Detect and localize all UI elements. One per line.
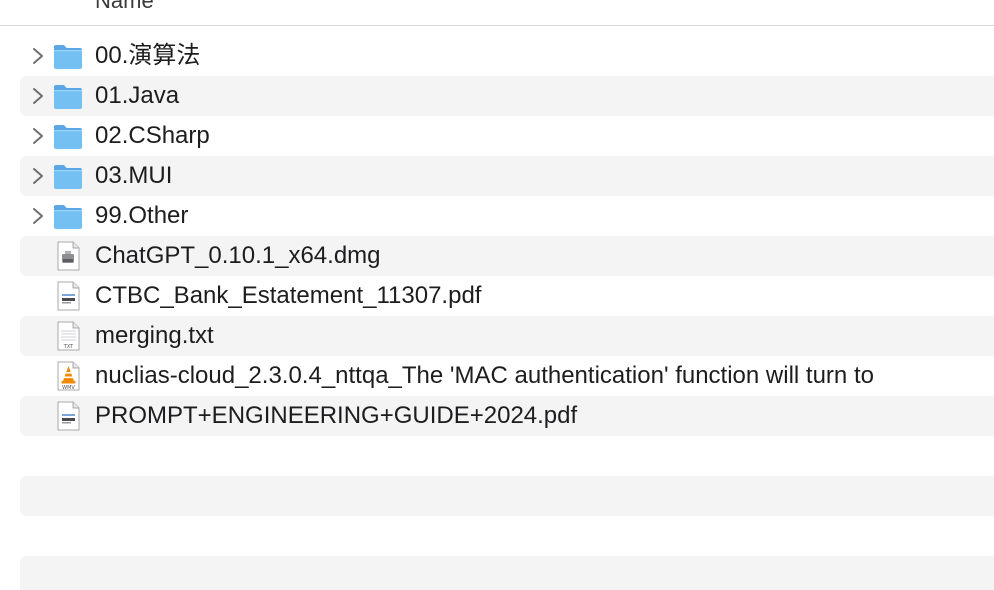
chevron-right-icon[interactable]	[29, 206, 47, 226]
chevron-right-icon[interactable]	[29, 46, 47, 66]
chevron-right-icon[interactable]	[29, 126, 47, 146]
file-name: merging.txt	[95, 322, 214, 349]
vlc-video-file-icon: WMV	[57, 361, 80, 391]
chevron-right-icon[interactable]	[29, 166, 47, 186]
pdf-file-icon	[57, 401, 80, 431]
folder-row-01[interactable]: 01.Java	[0, 76, 994, 116]
folder-row-99[interactable]: 99.Other	[0, 196, 994, 236]
folder-icon	[54, 205, 82, 229]
file-row-wmv[interactable]: WMV nuclias-cloud_2.3.0.4_nttqa_The 'MAC…	[0, 356, 994, 396]
txt-icon-label: TXT	[63, 344, 74, 350]
folder-icon	[54, 125, 82, 149]
file-name: ChatGPT_0.10.1_x64.dmg	[95, 242, 381, 269]
empty-row	[0, 476, 994, 516]
disk-image-icon	[57, 241, 80, 271]
pdf-file-icon	[57, 281, 80, 311]
folder-name: 00.演算法	[95, 42, 201, 69]
folder-name: 02.CSharp	[95, 122, 210, 149]
file-row-pdf[interactable]: CTBC_Bank_Estatement_11307.pdf	[0, 276, 994, 316]
column-header-bar: Name	[0, 0, 994, 26]
wmv-icon-label: WMV	[62, 385, 75, 391]
empty-row	[0, 516, 994, 556]
folder-row-02[interactable]: 02.CSharp	[0, 116, 994, 156]
file-list: 00.演算法 01.Java 02.CSharp 03.MUI 99.Other	[0, 36, 994, 590]
file-row-txt[interactable]: TXT merging.txt	[0, 316, 994, 356]
file-name: CTBC_Bank_Estatement_11307.pdf	[95, 282, 482, 309]
file-row-pdf[interactable]: PROMPT+ENGINEERING+GUIDE+2024.pdf	[0, 396, 994, 436]
finder-list-view: Name 00.演算法 01.Java 02.CSharp 03.MUI 99.…	[0, 0, 994, 590]
folder-name: 03.MUI	[95, 162, 173, 189]
folder-icon	[54, 45, 82, 69]
file-row-dmg[interactable]: ChatGPT_0.10.1_x64.dmg	[0, 236, 994, 276]
folder-name: 01.Java	[95, 82, 180, 109]
empty-row	[0, 436, 994, 476]
folder-icon	[54, 85, 82, 109]
folder-row-03[interactable]: 03.MUI	[0, 156, 994, 196]
empty-row	[0, 556, 994, 590]
folder-icon	[54, 165, 82, 189]
name-column-header[interactable]: Name	[95, 0, 154, 14]
text-file-icon: TXT	[57, 321, 80, 351]
folder-row-00[interactable]: 00.演算法	[0, 36, 994, 76]
chevron-right-icon[interactable]	[29, 86, 47, 106]
file-name: nuclias-cloud_2.3.0.4_nttqa_The 'MAC aut…	[95, 362, 874, 389]
file-name: PROMPT+ENGINEERING+GUIDE+2024.pdf	[95, 402, 578, 429]
folder-name: 99.Other	[95, 202, 189, 229]
